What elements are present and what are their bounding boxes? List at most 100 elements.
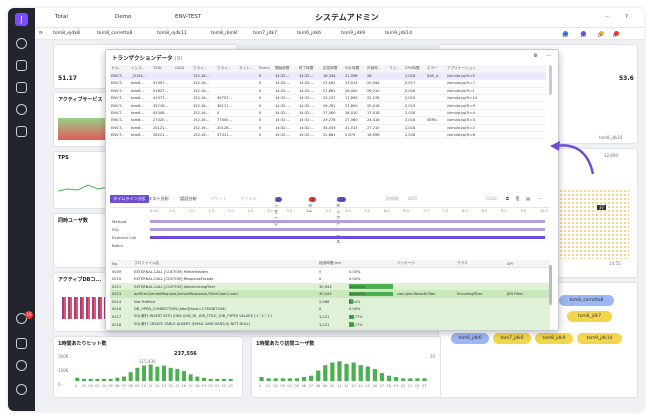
instance-tab[interactable]: tom6_jdk6: [297, 31, 321, 36]
column-header[interactable]: ドメ..: [110, 65, 130, 73]
x-tick-label: 12: [155, 384, 159, 387]
column-header[interactable]: 外部呼..: [366, 65, 388, 73]
instance-tab[interactable]: tom9_jdk14: [385, 31, 412, 36]
settings-icon[interactable]: ⚙: [534, 53, 538, 59]
more-icon[interactable]: ···: [538, 196, 542, 201]
refresh-icon[interactable]: ⟳: [39, 31, 43, 36]
profile-row[interactable]: 0011 EXTERNAL-CALL [CUSTOM] AlbertListing…: [110, 282, 550, 291]
tab-dos[interactable]: DOS: [408, 196, 417, 201]
table-row[interactable]: ENV-T.. tom8... 51827... 152.16... 0 14:32:..…: [110, 87, 546, 96]
instance-tab[interactable]: tom8_ejdk8: [53, 31, 80, 36]
export-icon[interactable]: ⎘: [516, 196, 519, 201]
table-cell: 26,010: [344, 109, 366, 118]
column-header[interactable]: エラー: [426, 65, 446, 73]
column-header[interactable]: No.: [110, 260, 132, 269]
column-header[interactable]: CPU時間: [404, 65, 426, 73]
column-header[interactable]: インス..: [130, 65, 152, 73]
column-header[interactable]: API: [505, 260, 550, 269]
table-row[interactable]: ENV-T.. tom8... 27020... 152.16... 77000... 0…: [110, 116, 546, 125]
table-row[interactable]: ENV-T.. tom8... 20121... 152.16... 20126... 0…: [110, 124, 546, 133]
copy-icon[interactable]: ⧉: [506, 196, 509, 201]
profile-row[interactable]: 0016 DB_OPEN_CONNECTION (jdbc@host=173638…: [110, 305, 550, 314]
profile-row[interactable]: 0017 SQL実行 INSERT INTO JOBS (JOB_ID, JOB_…: [110, 313, 550, 321]
column-header[interactable]: アプリケーション: [446, 65, 546, 73]
table-row[interactable]: ENV-T.. tom8... 51907... 152.16... 0 14:32:..…: [110, 79, 546, 88]
tab-detail[interactable]: 詳細値: [386, 196, 399, 202]
table-cell: tom8...: [130, 79, 152, 88]
guid-button[interactable]: GUID: [486, 196, 497, 201]
column-header[interactable]: クラス: [455, 260, 505, 269]
column-header[interactable]: プロファイル名: [132, 260, 307, 269]
more-icon[interactable]: ···: [546, 53, 551, 59]
analytics-icon[interactable]: [16, 82, 27, 93]
column-header[interactable]: ネット..: [238, 65, 258, 73]
column-header[interactable]: 経過時間(ms): [317, 260, 347, 269]
user-icon[interactable]: [16, 384, 27, 395]
help-icon[interactable]: ?: [625, 14, 628, 20]
profile-cell: [505, 305, 550, 314]
table-row[interactable]: ENV-T.. _I2161.. 152.16... 0 14:32:... 14:32:…: [110, 72, 546, 81]
table-cell: [174, 124, 192, 133]
table-row[interactable]: ENV-T.. tom8... 33716... 152.16... 36117... 0…: [110, 101, 546, 110]
profile-row[interactable]: 0018 SQL実行 CREATE TABLE ALBERT (EMAIL VAR…: [110, 320, 550, 329]
tab-text[interactable]: テキスト分析: [144, 196, 169, 202]
column-header[interactable]: クライ..: [216, 65, 238, 73]
tab-file[interactable]: ファイル: [240, 196, 257, 202]
column-header[interactable]: TXID: [152, 65, 174, 73]
tab-ticket[interactable]: ツケット: [210, 196, 227, 202]
column-header[interactable]: パッケージ: [395, 260, 455, 269]
column-header[interactable]: SQL時間: [344, 65, 366, 73]
app-logo-icon[interactable]: J: [15, 13, 28, 26]
profile-scrollbar[interactable]: [549, 265, 552, 305]
tab-auth[interactable]: 認証分析: [180, 196, 197, 202]
x-tick-label: 19: [202, 384, 206, 387]
instance-pill[interactable]: tom9_jdk14: [577, 333, 622, 344]
profile-cell: 3,231: [317, 328, 347, 330]
column-header[interactable]: [307, 260, 317, 269]
profile-row[interactable]: 0009 EXTERNAL-CALL [CUSTOM] MimeHeaders 0 0…: [110, 268, 550, 276]
table-cell: ENV-T..: [110, 72, 130, 81]
table-row[interactable]: ENV-T.. tom8... 56221... 152.16... 37311... 0…: [110, 131, 546, 140]
profile-row[interactable]: 0014 Not Profiled 2,566 8.54%: [110, 297, 550, 306]
chat-icon[interactable]: [16, 338, 27, 349]
monitor-icon[interactable]: [16, 104, 27, 115]
instance-pill[interactable]: tom8_jdk7: [567, 311, 612, 322]
instance-pill[interactable]: tom7_jdk6: [493, 333, 531, 344]
column-header[interactable]: [347, 260, 395, 269]
profile-row[interactable]: 0019Not Profiled 3,23110.77%: [110, 328, 550, 330]
column-header[interactable]: 終了時間: [298, 65, 322, 73]
column-header[interactable]: GUID: [174, 65, 192, 73]
users-icon[interactable]: [16, 60, 27, 71]
chart-bar: [351, 362, 356, 381]
settings-icon[interactable]: [16, 360, 27, 371]
table-row[interactable]: ENV-T.. tom8... 45308... 152.16... 0 0 14:32:.…: [110, 109, 546, 118]
report-icon[interactable]: [16, 126, 27, 137]
profile-cell: SQL実行 CREATE TABLE ALBERT (EMAIL VARCHAR…: [132, 320, 307, 329]
instance-tab[interactable]: tom7_jdk7: [253, 31, 277, 36]
column-header[interactable]: 開始時間: [274, 65, 298, 73]
column-header[interactable]: クライ..: [192, 65, 216, 73]
column-header[interactable]: Pcom..: [258, 65, 274, 73]
instance-tab[interactable]: tom8_corretto8: [97, 31, 132, 36]
breadcrumb-total[interactable]: Total: [55, 14, 68, 20]
chart-bar: [316, 370, 321, 381]
profile-row[interactable]: 0013 doFilter(ServletRequest,ServletRespo…: [110, 290, 550, 298]
instance-pill[interactable]: tom8_corretto8: [559, 295, 614, 306]
instance-pill[interactable]: tom6_jdk6: [451, 333, 489, 344]
column-header[interactable]: フェ..: [388, 65, 404, 73]
dashboard-icon[interactable]: [16, 38, 27, 49]
print-icon[interactable]: ▤: [526, 196, 530, 201]
profile-row[interactable]: 0010 EXTERNAL-CALL [CUSTOM] ResponseFacad…: [110, 275, 550, 283]
x-tick-label: 14: [168, 384, 173, 387]
breadcrumb-demo[interactable]: Demo: [115, 14, 131, 20]
breadcrumb-env[interactable]: ENV-TEST: [175, 14, 201, 20]
more-icon[interactable]: ···: [605, 14, 610, 20]
table-cell: 14:32:...: [274, 124, 298, 133]
column-header[interactable]: 応答時間: [322, 65, 344, 73]
table-row[interactable]: ENV-T.. tom8... 41977... 152.16... 49707... 0…: [110, 94, 546, 103]
instance-tab[interactable]: tom8_ibm8: [211, 31, 237, 36]
table-scrollbar[interactable]: [549, 65, 552, 95]
instance-tab[interactable]: tom8_ojdk11: [157, 31, 187, 36]
instance-tab[interactable]: tom9_jdk9: [341, 31, 365, 36]
instance-pill[interactable]: tom8_jdk9: [535, 333, 573, 344]
